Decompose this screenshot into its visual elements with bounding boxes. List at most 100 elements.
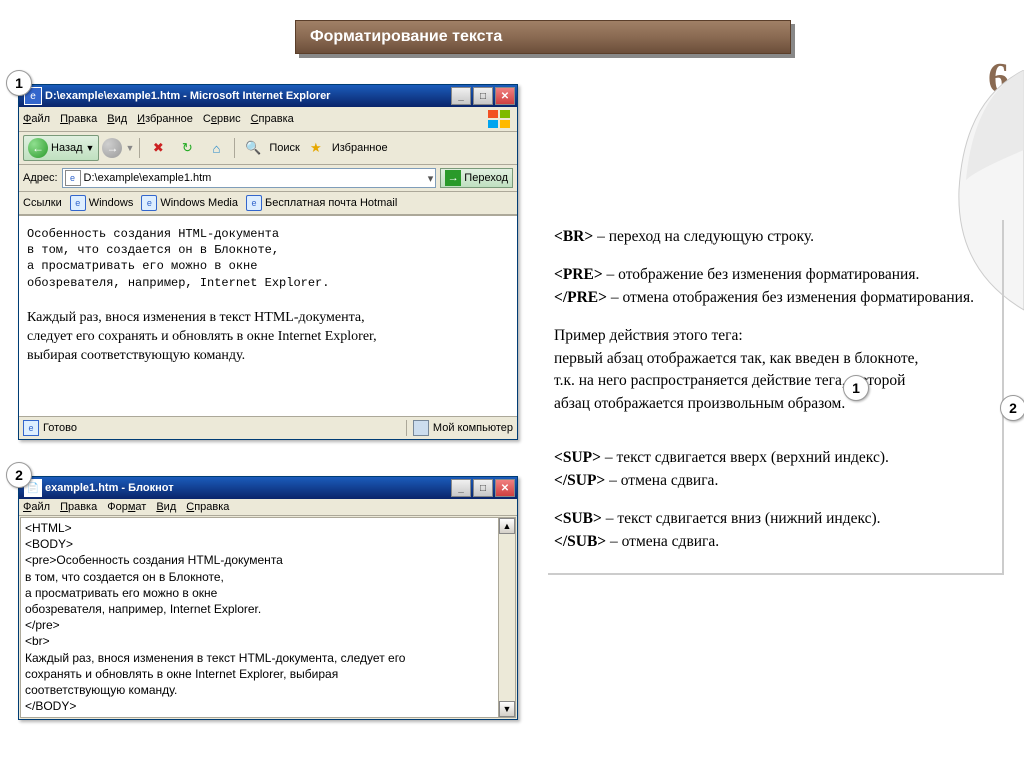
pre-line: а просматривать его можно в окне <box>27 258 509 274</box>
code-line: </BODY> <box>25 698 511 714</box>
code-line: сохранять и обновлять в окне Internet Ex… <box>25 666 511 682</box>
link-windows[interactable]: eWindows <box>70 195 134 211</box>
menu-view[interactable]: Вид <box>107 113 127 125</box>
links-label: Ссылки <box>23 197 62 209</box>
ie-window-title: D:\example\example1.htm - Microsoft Inte… <box>45 90 451 102</box>
callout-2-notepad: 2 <box>6 462 32 488</box>
favorites-icon[interactable]: ★ <box>303 136 329 160</box>
callout-1-explain: 1 <box>843 375 869 401</box>
explain-sub-open: <SUB> – текст сдвигается вниз (нижний ин… <box>554 508 992 530</box>
pre-line: обозревателя, например, Internet Explore… <box>27 275 509 291</box>
minimize-button[interactable]: _ <box>451 87 471 105</box>
notepad-window: 📄 example1.htm - Блокнот _ □ ✕ Файл Прав… <box>18 476 518 720</box>
favorites-label[interactable]: Избранное <box>332 142 388 154</box>
notepad-titlebar[interactable]: 📄 example1.htm - Блокнот _ □ ✕ <box>19 477 517 499</box>
back-arrow-icon: ← <box>28 138 48 158</box>
address-dropdown-icon[interactable]: ▾ <box>428 172 434 185</box>
ie-link-icon: e <box>141 195 157 211</box>
go-arrow-icon: → <box>445 170 461 186</box>
search-icon[interactable]: 🔍 <box>240 136 266 160</box>
status-zone-text: Мой компьютер <box>433 422 513 434</box>
status-ready-text: Готово <box>43 422 77 434</box>
go-button[interactable]: → Переход <box>440 168 513 188</box>
ie-links-bar: Ссылки eWindows eWindows Media eБесплатн… <box>19 192 517 215</box>
menu-tools[interactable]: Сервис <box>203 113 241 125</box>
explain-pre-close: </PRE> – отмена отображения без изменени… <box>554 287 992 309</box>
pre-line: Особенность создания HTML-документа <box>27 226 509 242</box>
explain-sup-close: </SUP> – отмена сдвига. <box>554 470 992 492</box>
menu-help[interactable]: Справка <box>251 113 294 125</box>
maximize-button[interactable]: □ <box>473 87 493 105</box>
menu-edit[interactable]: Правка <box>60 113 97 125</box>
code-line: <br> <box>25 633 511 649</box>
address-input[interactable]: e D:\example\example1.htm ▾ <box>62 168 437 188</box>
stop-button[interactable]: ✖ <box>145 136 171 160</box>
explanation-panel: <BR> – переход на следующую строку. <PRE… <box>548 220 1004 575</box>
slide-number: 6 <box>988 55 1009 103</box>
notepad-menubar: Файл Правка Формат Вид Справка <box>19 499 517 516</box>
notepad-content-area[interactable]: <HTML> <BODY> <pre>Особенность создания … <box>20 517 516 718</box>
code-line: <BODY> <box>25 536 511 552</box>
menu-edit[interactable]: Правка <box>60 501 97 513</box>
ie-link-icon: e <box>70 195 86 211</box>
explain-example-line: абзац отображается произвольным образом. <box>554 393 992 415</box>
menu-view[interactable]: Вид <box>156 501 176 513</box>
ie-titlebar[interactable]: e D:\example\example1.htm - Microsoft In… <box>19 85 517 107</box>
code-line: <HTML> <box>25 520 511 536</box>
forward-dropdown-icon[interactable]: ▼ <box>125 143 134 153</box>
code-line: в том, что создается он в Блокноте, <box>25 569 511 585</box>
scroll-down-button[interactable]: ▼ <box>499 701 515 717</box>
code-line: </pre> <box>25 617 511 633</box>
refresh-button[interactable]: ↻ <box>174 136 200 160</box>
back-button[interactable]: ← Назад ▼ <box>23 135 99 161</box>
ie-address-bar: Адрес: e D:\example\example1.htm ▾ → Пер… <box>19 165 517 192</box>
close-button[interactable]: ✕ <box>495 479 515 497</box>
ie-content-area: Особенность создания HTML-документа в то… <box>19 215 517 416</box>
menu-file[interactable]: Файл <box>23 501 50 513</box>
slide-title-text: Форматирование текста <box>310 28 502 46</box>
explain-example-line: т.к. на него распространяется действие т… <box>554 370 992 392</box>
slide-title-banner: Форматирование текста <box>295 20 791 54</box>
ie-status-bar: e Готово Мой компьютер <box>19 416 517 439</box>
page-icon: e <box>65 170 81 186</box>
maximize-button[interactable]: □ <box>473 479 493 497</box>
link-windows-media[interactable]: eWindows Media <box>141 195 238 211</box>
code-line: соответствующую команду. <box>25 682 511 698</box>
search-label[interactable]: Поиск <box>269 142 299 154</box>
address-value: D:\example\example1.htm <box>84 172 212 184</box>
callout-2-explain: 2 <box>1000 395 1024 421</box>
ie-toolbar: ← Назад ▼ → ▼ ✖ ↻ ⌂ 🔍 Поиск ★ Избранное <box>19 132 517 165</box>
explain-sub-close: </SUB> – отмена сдвига. <box>554 531 992 553</box>
link-hotmail[interactable]: eБесплатная почта Hotmail <box>246 195 397 211</box>
close-button[interactable]: ✕ <box>495 87 515 105</box>
minimize-button[interactable]: _ <box>451 479 471 497</box>
menu-help[interactable]: Справка <box>186 501 229 513</box>
address-label: Адрес: <box>23 172 58 184</box>
go-label: Переход <box>464 172 508 184</box>
explain-br: <BR> – переход на следующую строку. <box>554 226 992 248</box>
notepad-scrollbar[interactable]: ▲ ▼ <box>498 518 515 717</box>
toolbar-separator <box>139 138 140 158</box>
menu-favorites[interactable]: Избранное <box>137 113 193 125</box>
callout-1-ie: 1 <box>6 70 32 96</box>
windows-flag-icon <box>487 109 513 129</box>
ie-window: e D:\example\example1.htm - Microsoft In… <box>18 84 518 440</box>
back-dropdown-icon[interactable]: ▼ <box>86 143 95 153</box>
toolbar-separator <box>234 138 235 158</box>
code-line: обозревателя, например, Internet Explore… <box>25 601 511 617</box>
pre-line: в том, что создается он в Блокноте, <box>27 242 509 258</box>
back-label: Назад <box>51 142 83 154</box>
menu-file[interactable]: Файл <box>23 113 50 125</box>
explain-sup-open: <SUP> – текст сдвигается вверх (верхний … <box>554 447 992 469</box>
explain-example-line: первый абзац отображается так, как введе… <box>554 348 992 370</box>
code-line: Каждый раз, внося изменения в текст HTML… <box>25 650 511 666</box>
ie-link-icon: e <box>246 195 262 211</box>
explain-pre-open: <PRE> – отображение без изменения формат… <box>554 264 992 286</box>
paragraph-2: Каждый раз, внося изменения в текст HTML… <box>27 309 509 366</box>
menu-format[interactable]: Формат <box>107 501 146 513</box>
home-button[interactable]: ⌂ <box>203 136 229 160</box>
scroll-up-button[interactable]: ▲ <box>499 518 515 534</box>
explain-example-intro: Пример действия этого тега: <box>554 325 992 347</box>
status-zone: Мой компьютер <box>406 420 513 436</box>
forward-button[interactable]: → <box>102 138 122 158</box>
